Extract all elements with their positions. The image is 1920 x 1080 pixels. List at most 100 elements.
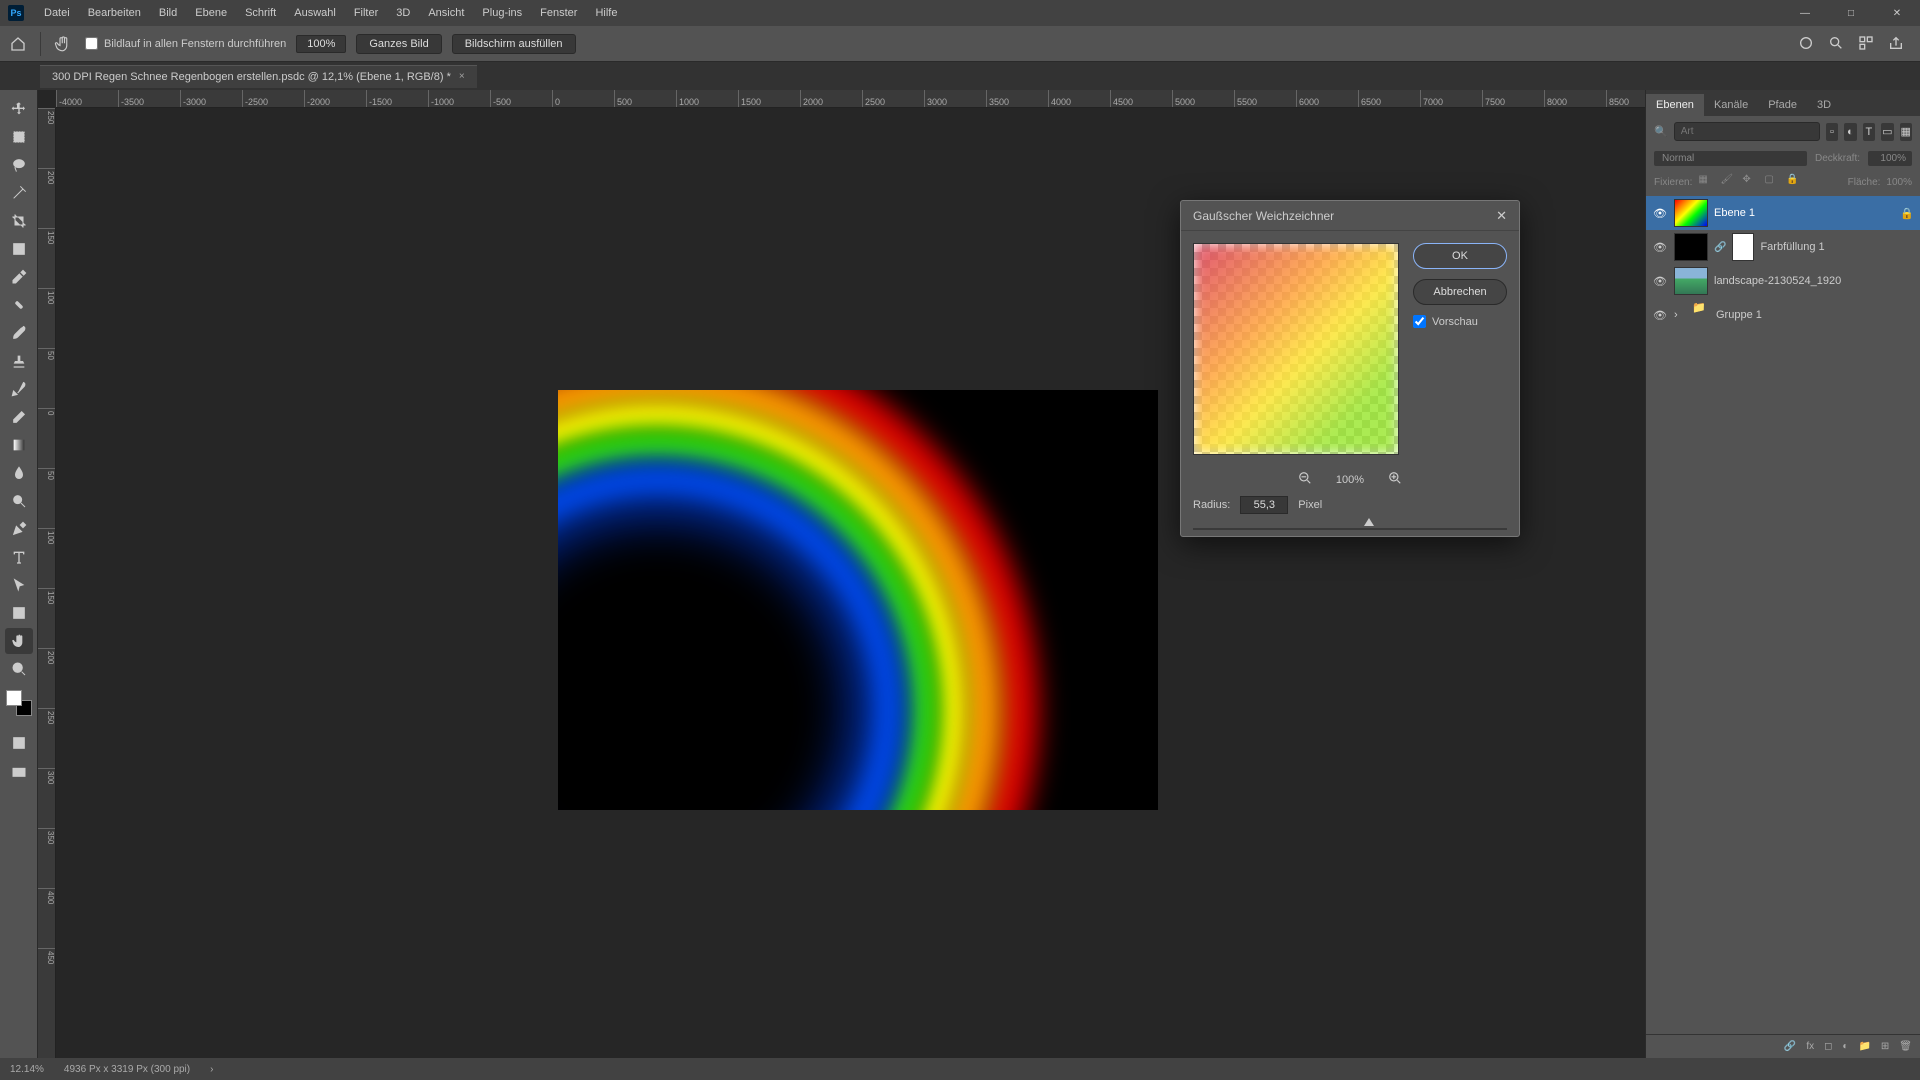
menu-ebene[interactable]: Ebene [187, 3, 235, 23]
close-tab-icon[interactable]: × [459, 71, 465, 82]
close-dialog-icon[interactable]: ✕ [1496, 208, 1507, 224]
crop-tool[interactable] [5, 208, 33, 234]
share-icon[interactable] [1888, 35, 1906, 53]
blur-tool[interactable] [5, 460, 33, 486]
menu-plugins[interactable]: Plug-ins [474, 3, 530, 23]
home-icon[interactable] [6, 32, 30, 56]
fill-value[interactable]: 100% [1886, 177, 1912, 188]
group-icon[interactable]: 📁 [1858, 1041, 1870, 1052]
opacity-value[interactable]: 100% [1868, 151, 1912, 166]
quickmask-toggle[interactable] [5, 730, 33, 756]
document-tab[interactable]: 300 DPI Regen Schnee Regenbogen erstelle… [40, 65, 477, 88]
link-layers-icon[interactable]: 🔗 [1784, 1041, 1796, 1052]
hand-tool-icon[interactable] [51, 32, 75, 56]
visibility-icon[interactable]: 👁 [1652, 273, 1668, 289]
fx-icon[interactable]: fx [1806, 1041, 1814, 1052]
titlebar: Ps Datei Bearbeiten Bild Ebene Schrift A… [0, 0, 1920, 26]
fit-all-button[interactable]: Ganzes Bild [356, 34, 441, 54]
stamp-tool[interactable] [5, 348, 33, 374]
visibility-icon[interactable]: 👁 [1652, 205, 1668, 221]
hand-tool[interactable] [5, 628, 33, 654]
layer-row[interactable]: 👁 › 📁 Gruppe 1 [1646, 298, 1920, 332]
menu-schrift[interactable]: Schrift [237, 3, 284, 23]
blur-preview[interactable] [1193, 243, 1399, 455]
status-chevron-icon[interactable]: › [210, 1064, 213, 1075]
menu-auswahl[interactable]: Auswahl [286, 3, 344, 23]
lock-position-icon[interactable]: ✥ [1742, 174, 1758, 190]
fill-screen-button[interactable]: Bildschirm ausfüllen [452, 34, 576, 54]
healing-tool[interactable] [5, 292, 33, 318]
tab-3d[interactable]: 3D [1807, 94, 1841, 116]
lock-artboard-icon[interactable]: ▢ [1764, 174, 1780, 190]
expand-icon[interactable]: › [1674, 309, 1686, 321]
layer-row[interactable]: 👁 Ebene 1 🔒 [1646, 196, 1920, 230]
layer-row[interactable]: 👁 🔗 Farbfüllung 1 [1646, 230, 1920, 264]
cloud-icon[interactable] [1798, 35, 1816, 53]
move-tool[interactable] [5, 96, 33, 122]
color-swatches[interactable] [6, 690, 32, 716]
menu-bearbeiten[interactable]: Bearbeiten [80, 3, 149, 23]
type-tool[interactable] [5, 544, 33, 570]
screenmode-toggle[interactable] [5, 760, 33, 786]
document-title: 300 DPI Regen Schnee Regenbogen erstelle… [52, 71, 451, 83]
dodge-tool[interactable] [5, 488, 33, 514]
path-select-tool[interactable] [5, 572, 33, 598]
lock-transparent-icon[interactable]: ▦ [1698, 174, 1714, 190]
lasso-tool[interactable] [5, 152, 33, 178]
radius-slider[interactable] [1181, 516, 1519, 536]
tab-pfade[interactable]: Pfade [1758, 94, 1807, 116]
adjustment-icon[interactable]: ◐ [1842, 1041, 1848, 1052]
shape-tool[interactable] [5, 600, 33, 626]
menu-fenster[interactable]: Fenster [532, 3, 585, 23]
search-icon[interactable] [1828, 35, 1846, 53]
frame-tool[interactable] [5, 236, 33, 262]
filter-image-icon[interactable]: ▫ [1826, 123, 1838, 141]
gradient-tool[interactable] [5, 432, 33, 458]
menu-ansicht[interactable]: Ansicht [420, 3, 472, 23]
filter-type-icon[interactable]: T [1863, 123, 1875, 141]
pen-tool[interactable] [5, 516, 33, 542]
layer-row[interactable]: 👁 landscape-2130524_1920 [1646, 264, 1920, 298]
history-brush-tool[interactable] [5, 376, 33, 402]
maximize-button[interactable]: □ [1828, 0, 1874, 26]
menu-3d[interactable]: 3D [388, 3, 418, 23]
zoom-tool[interactable] [5, 656, 33, 682]
visibility-icon[interactable]: 👁 [1652, 239, 1668, 255]
tab-kanaele[interactable]: Kanäle [1704, 94, 1758, 116]
menu-bild[interactable]: Bild [151, 3, 185, 23]
slider-thumb-icon[interactable] [1364, 518, 1374, 526]
status-zoom[interactable]: 12.14% [10, 1064, 44, 1075]
filter-shape-icon[interactable]: ▭ [1881, 123, 1893, 141]
preview-checkbox[interactable]: Vorschau [1413, 315, 1507, 328]
visibility-icon[interactable]: 👁 [1652, 307, 1668, 323]
workspace-icon[interactable] [1858, 35, 1876, 53]
delete-icon[interactable]: 🗑 [1899, 1041, 1912, 1052]
zoom-in-icon[interactable] [1388, 471, 1402, 488]
radius-input[interactable] [1240, 496, 1288, 514]
marquee-tool[interactable] [5, 124, 33, 150]
eyedropper-tool[interactable] [5, 264, 33, 290]
blend-mode-select[interactable]: Normal [1654, 151, 1807, 166]
gaussian-blur-dialog: Gaußscher Weichzeichner ✕ OK Abbrechen V… [1180, 200, 1520, 537]
close-window-button[interactable]: ✕ [1874, 0, 1920, 26]
brush-tool[interactable] [5, 320, 33, 346]
cancel-button[interactable]: Abbrechen [1413, 279, 1507, 305]
magic-wand-tool[interactable] [5, 180, 33, 206]
eraser-tool[interactable] [5, 404, 33, 430]
menu-datei[interactable]: Datei [36, 3, 78, 23]
scroll-all-windows-checkbox[interactable]: Bildlauf in allen Fenstern durchführen [85, 37, 286, 50]
zoom-level-input[interactable]: 100% [296, 35, 346, 53]
menu-filter[interactable]: Filter [346, 3, 386, 23]
lock-paint-icon[interactable]: 🖌 [1720, 174, 1736, 190]
ok-button[interactable]: OK [1413, 243, 1507, 269]
menu-hilfe[interactable]: Hilfe [587, 3, 625, 23]
lock-all-icon[interactable]: 🔒 [1786, 174, 1802, 190]
filter-adjust-icon[interactable]: ◐ [1844, 123, 1856, 141]
zoom-out-icon[interactable] [1298, 471, 1312, 488]
minimize-button[interactable]: — [1782, 0, 1828, 26]
filter-smart-icon[interactable]: ▦ [1900, 123, 1912, 141]
mask-icon[interactable]: ◻ [1824, 1041, 1832, 1052]
new-layer-icon[interactable]: ⊞ [1881, 1041, 1889, 1052]
tab-ebenen[interactable]: Ebenen [1646, 94, 1704, 116]
layer-filter-input[interactable] [1674, 122, 1820, 141]
